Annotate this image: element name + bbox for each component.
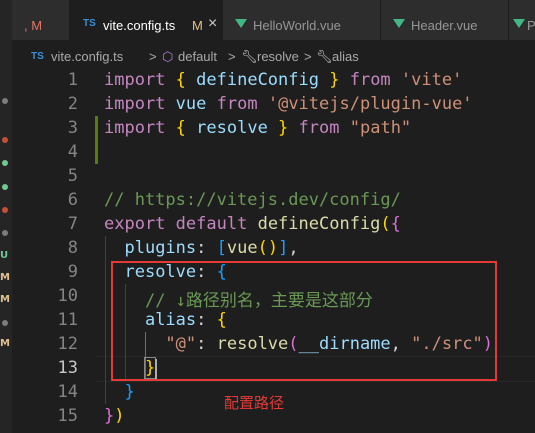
- typescript-icon: TS: [83, 18, 96, 29]
- line-number: 11: [57, 310, 78, 330]
- git-status-modified: M: [0, 338, 10, 349]
- line-number: 12: [57, 334, 78, 354]
- tab-label: vite.config.ts: [103, 18, 176, 33]
- line-number: 4: [67, 142, 78, 162]
- code-line: plugins: [vue()],: [124, 238, 299, 258]
- line-number: 15: [57, 406, 78, 426]
- tab-header[interactable]: Header.vue: [381, 0, 509, 40]
- code-line: }): [104, 406, 125, 426]
- status-dot: [2, 98, 8, 104]
- line-number: 13: [57, 358, 78, 378]
- git-change-marker: [95, 116, 98, 164]
- tab-previous-file[interactable]: , M: [12, 0, 70, 40]
- git-status-untracked: U: [0, 250, 9, 261]
- status-dot: [2, 207, 8, 213]
- status-dot: [2, 184, 8, 190]
- tab-label: Header.vue: [411, 18, 478, 33]
- line-number: 2: [67, 94, 78, 114]
- code-line: import { defineConfig } from 'vite': [104, 70, 463, 90]
- highlight-box: [111, 261, 497, 381]
- code-line: // https://vitejs.dev/config/: [104, 190, 401, 210]
- git-status-modified: M: [0, 272, 10, 283]
- tab-label: HelloWorld.vue: [253, 18, 341, 33]
- tab-partial[interactable]: Pa: [509, 0, 535, 40]
- status-dot: [2, 160, 8, 166]
- line-number: 1: [67, 70, 78, 90]
- line-number: 10: [57, 286, 78, 306]
- status-dot: [2, 137, 8, 143]
- code-line: }: [124, 382, 135, 402]
- line-number: 5: [67, 166, 78, 186]
- code-line: import vue from '@vitejs/plugin-vue': [104, 94, 473, 114]
- vue-icon: [393, 19, 405, 28]
- line-number: 6: [67, 190, 78, 210]
- line-number: 9: [67, 262, 78, 282]
- line-number: 8: [67, 238, 78, 258]
- line-number: 7: [67, 214, 78, 234]
- status-dot: [2, 320, 8, 326]
- tab-label: , M: [24, 18, 43, 33]
- git-status-modified: M: [0, 294, 10, 305]
- tab-helloworld[interactable]: HelloWorld.vue: [223, 0, 381, 40]
- vue-icon: [235, 19, 247, 28]
- line-number: 14: [57, 382, 78, 402]
- close-icon[interactable]: ×: [208, 15, 217, 33]
- tab-label: Pa: [527, 18, 535, 33]
- status-dot: [2, 230, 8, 236]
- line-number: 3: [67, 118, 78, 138]
- explorer-edge: U M M M: [0, 0, 12, 433]
- code-line: export default defineConfig({: [104, 214, 401, 234]
- tab-vite-config[interactable]: TS vite.config.ts M ×: [70, 0, 223, 40]
- modified-indicator: M: [192, 18, 203, 33]
- code-line: import { resolve } from "path": [104, 118, 412, 138]
- vue-icon: [513, 19, 525, 28]
- annotation-label: 配置路径: [224, 394, 285, 412]
